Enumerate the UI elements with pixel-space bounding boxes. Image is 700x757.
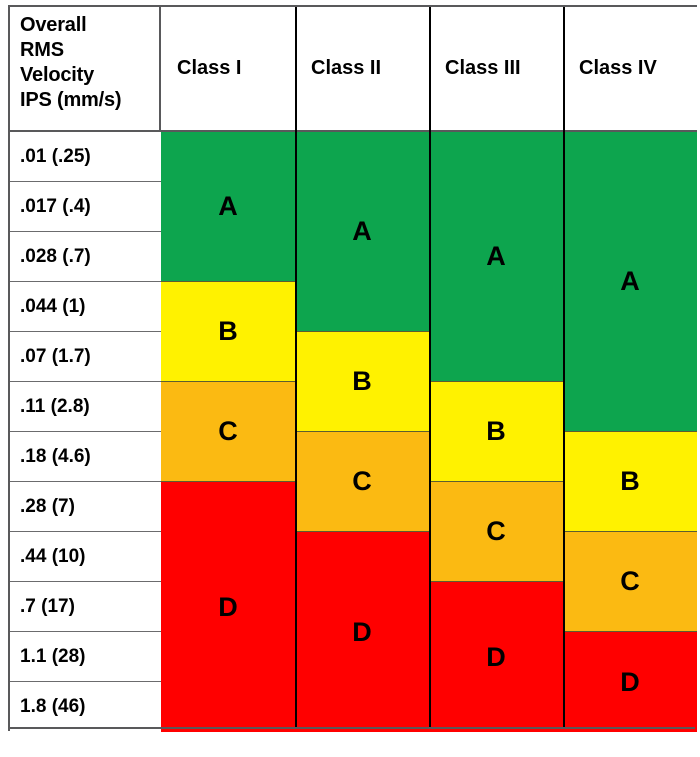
column-divider bbox=[563, 7, 565, 729]
row-label: .07 (1.7) bbox=[10, 332, 161, 382]
zone-d-class4: D bbox=[563, 632, 697, 732]
zone-c-class2: C bbox=[295, 432, 429, 532]
zone-a-class1: A bbox=[161, 132, 295, 282]
row-label: .7 (17) bbox=[10, 582, 161, 632]
row-label: .28 (7) bbox=[10, 482, 161, 532]
zone-d-class3: D bbox=[429, 582, 563, 732]
row-label: .028 (.7) bbox=[10, 232, 161, 282]
corner-header-cell: Overall RMS Velocity IPS (mm/s) bbox=[10, 7, 161, 132]
class-column-1: Class IABCD bbox=[161, 7, 295, 732]
corner-header-line-2: RMS bbox=[20, 39, 64, 61]
column-header-class2: Class II bbox=[295, 7, 429, 132]
zone-c-class3: C bbox=[429, 482, 563, 582]
zone-c-class1: C bbox=[161, 382, 295, 482]
corner-header-line-1: Overall bbox=[20, 14, 87, 36]
zone-b-class2: B bbox=[295, 332, 429, 432]
table-bottom-border bbox=[10, 727, 695, 729]
row-label: .44 (10) bbox=[10, 532, 161, 582]
class-column-4: Class IV A B C D bbox=[563, 7, 697, 732]
corner-header-line-4: IPS (mm/s) bbox=[20, 89, 122, 111]
column-divider bbox=[295, 7, 297, 729]
velocity-label-column: Overall RMS Velocity IPS (mm/s) .01 (.25… bbox=[10, 7, 161, 732]
zone-b-class1: B bbox=[161, 282, 295, 382]
class-columns-area: Class I A B C D Class II A B C D Class III A B C D Clas… bbox=[161, 7, 697, 732]
row-label: .01 (.25) bbox=[10, 132, 161, 182]
column-header-class1: Class I bbox=[161, 7, 295, 132]
zone-b-class4: B bbox=[563, 432, 697, 532]
row-label: .044 (1) bbox=[10, 282, 161, 332]
column-header-class3: Class III bbox=[429, 7, 563, 132]
corner-header-line-3: Velocity bbox=[20, 64, 94, 86]
table-grid: Overall RMS Velocity IPS (mm/s) .01 (.25… bbox=[10, 7, 697, 732]
class-column-3: Class III A B C D bbox=[429, 7, 563, 732]
zone-a-class2: A bbox=[295, 132, 429, 332]
zone-d-class2: D bbox=[295, 532, 429, 732]
zone-c-class4: C bbox=[563, 532, 697, 632]
vibration-severity-table: Overall RMS Velocity IPS (mm/s) .01 (.25… bbox=[8, 5, 697, 732]
row-label: .18 (4.6) bbox=[10, 432, 161, 482]
row-label: 1.8 (46) bbox=[10, 682, 161, 732]
column-header-class4: Class IV bbox=[563, 7, 697, 132]
row-label: 1.1 (28) bbox=[10, 632, 161, 682]
zone-b-class3: B bbox=[429, 382, 563, 482]
zone-a-class4: A bbox=[563, 132, 697, 432]
zone-a-class3: A bbox=[429, 132, 563, 382]
row-label: .017 (.4) bbox=[10, 182, 161, 232]
column-divider bbox=[429, 7, 431, 729]
class-column-2: Class II A B C D bbox=[295, 7, 429, 732]
zone-d-class1: D bbox=[161, 482, 295, 732]
row-label: .11 (2.8) bbox=[10, 382, 161, 432]
